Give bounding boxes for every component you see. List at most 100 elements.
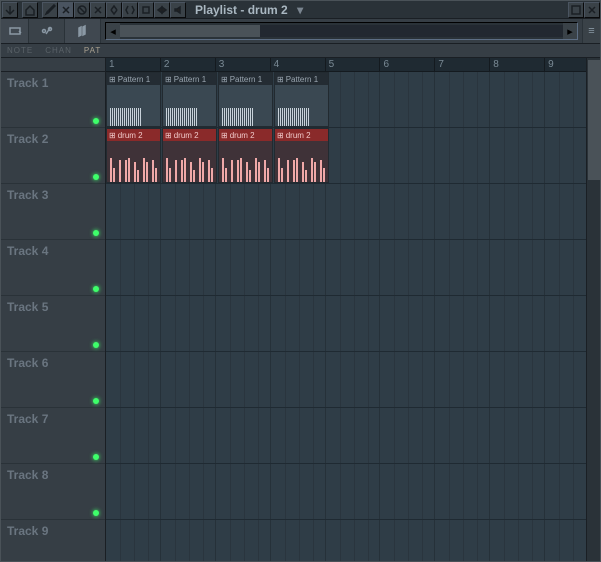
ruler-marker[interactable]: 3 (216, 58, 271, 71)
pattern-clip[interactable]: ⊞drum 2 (218, 128, 273, 183)
pattern-clip[interactable]: ⊞drum 2 (274, 128, 329, 183)
hscroll-right-arrow[interactable]: ▸ (563, 23, 577, 39)
track-header[interactable]: Track 9 (1, 520, 105, 561)
mode-note[interactable]: NOTE (1, 46, 39, 55)
track-header[interactable]: Track 2 (1, 128, 105, 184)
track-row[interactable] (106, 296, 600, 352)
track-row[interactable] (106, 184, 600, 240)
hscroll-thumb[interactable] (120, 25, 260, 37)
toolbar-menu-button[interactable]: ≡ (582, 19, 600, 43)
close-icon[interactable] (584, 2, 600, 18)
track-mute-toggle[interactable] (93, 174, 99, 180)
ruler-marker[interactable]: 8 (490, 58, 545, 71)
pattern-clip[interactable]: ⊞Pattern 1 (106, 72, 161, 127)
track-mute-toggle[interactable] (93, 398, 99, 404)
track-name: Track 3 (7, 188, 99, 202)
track-header[interactable]: Track 5 (1, 296, 105, 352)
ruler-marker[interactable]: 5 (326, 58, 381, 71)
clip-label: drum 2 (286, 131, 311, 140)
clip-label: Pattern 1 (174, 75, 206, 84)
vscroll-thumb[interactable] (588, 60, 600, 180)
horizontal-scrollbar[interactable]: ◂ ▸ (105, 22, 578, 40)
track-name: Track 1 (7, 76, 99, 90)
cut-tool-icon[interactable] (90, 2, 106, 18)
ruler-marker[interactable]: 2 (161, 58, 216, 71)
zoom-tool-icon[interactable] (122, 2, 138, 18)
clip-header: ⊞drum 2 (163, 129, 216, 141)
pattern-clip[interactable]: ⊞Pattern 1 (162, 72, 217, 127)
vertical-scrollbar[interactable] (586, 58, 600, 561)
track-row[interactable] (106, 520, 600, 561)
titlebar: Playlist - drum 2 ▾ (1, 1, 600, 19)
mute-tool-icon[interactable] (170, 2, 186, 18)
track-mute-toggle[interactable] (93, 454, 99, 460)
track-mute-toggle[interactable] (93, 286, 99, 292)
home-icon[interactable] (22, 2, 38, 18)
playback-tool-icon[interactable] (138, 2, 154, 18)
clip-grip-icon: ⊞ (109, 75, 116, 84)
clip-grip-icon: ⊞ (165, 131, 172, 140)
mode-row: NOTE CHAN PAT (1, 44, 600, 58)
clip-label: Pattern 1 (230, 75, 262, 84)
slip-tool-icon[interactable] (154, 2, 170, 18)
pattern-clip[interactable]: ⊞Pattern 1 (218, 72, 273, 127)
tool-options-button[interactable] (29, 19, 65, 43)
clip-header: ⊞drum 2 (275, 129, 328, 141)
track-header[interactable]: Track 7 (1, 408, 105, 464)
timeline-ruler[interactable]: 123456789 (106, 58, 600, 72)
track-header[interactable]: Track 8 (1, 464, 105, 520)
clip-header: ⊞drum 2 (219, 129, 272, 141)
mode-pat[interactable]: PAT (78, 46, 107, 55)
track-header[interactable]: Track 1 (1, 72, 105, 128)
draw-tool-icon[interactable] (42, 2, 58, 18)
track-name: Track 8 (7, 468, 99, 482)
ruler-marker[interactable]: 4 (271, 58, 326, 71)
ruler-marker[interactable]: 1 (106, 58, 161, 71)
track-name: Track 4 (7, 244, 99, 258)
ruler-marker[interactable]: 6 (380, 58, 435, 71)
hscroll-left-arrow[interactable]: ◂ (106, 23, 120, 39)
track-mute-toggle[interactable] (93, 118, 99, 124)
track-mute-toggle[interactable] (93, 510, 99, 516)
toolbar: ◂ ▸ ≡ (1, 19, 600, 44)
arrangement-grid[interactable]: ⊞Pattern 1⊞Pattern 1⊞Pattern 1⊞Pattern 1… (106, 72, 600, 561)
track-row[interactable]: ⊞drum 2⊞drum 2⊞drum 2⊞drum 2 (106, 128, 600, 184)
clip-label: Pattern 1 (118, 75, 150, 84)
track-name: Track 6 (7, 356, 99, 370)
track-row[interactable] (106, 408, 600, 464)
clip-grip-icon: ⊞ (165, 75, 172, 84)
ruler-marker[interactable]: 7 (435, 58, 490, 71)
window-title: Playlist - drum 2 ▾ (187, 3, 568, 17)
pattern-clip[interactable]: ⊞drum 2 (106, 128, 161, 183)
track-name: Track 2 (7, 132, 99, 146)
track-header[interactable]: Track 4 (1, 240, 105, 296)
maximize-icon[interactable] (568, 2, 584, 18)
mode-chan[interactable]: CHAN (39, 46, 78, 55)
mode-button[interactable] (65, 19, 101, 43)
menu-icon[interactable] (2, 2, 18, 18)
playlist-window: Playlist - drum 2 ▾ ◂ ▸ ≡ NOTE CHAN PAT … (0, 0, 601, 562)
snap-button[interactable] (1, 19, 29, 43)
track-name: Track 5 (7, 300, 99, 314)
erase-tool-icon[interactable] (74, 2, 90, 18)
clip-grip-icon: ⊞ (109, 131, 116, 140)
clip-label: Pattern 1 (286, 75, 318, 84)
clip-label: drum 2 (230, 131, 255, 140)
track-mute-toggle[interactable] (93, 342, 99, 348)
clip-header: ⊞Pattern 1 (163, 73, 216, 85)
track-name: Track 7 (7, 412, 99, 426)
track-header[interactable]: Track 6 (1, 352, 105, 408)
paint-tool-icon[interactable] (58, 2, 74, 18)
track-row[interactable] (106, 464, 600, 520)
track-row[interactable] (106, 240, 600, 296)
track-mute-toggle[interactable] (93, 230, 99, 236)
track-row[interactable] (106, 352, 600, 408)
title-prefix: Playlist - (195, 3, 244, 17)
clip-grip-icon: ⊞ (221, 131, 228, 140)
title-dropdown-icon[interactable]: ▾ (297, 3, 303, 17)
select-tool-icon[interactable] (106, 2, 122, 18)
track-row[interactable]: ⊞Pattern 1⊞Pattern 1⊞Pattern 1⊞Pattern 1 (106, 72, 600, 128)
track-header[interactable]: Track 3 (1, 184, 105, 240)
pattern-clip[interactable]: ⊞drum 2 (162, 128, 217, 183)
pattern-clip[interactable]: ⊞Pattern 1 (274, 72, 329, 127)
